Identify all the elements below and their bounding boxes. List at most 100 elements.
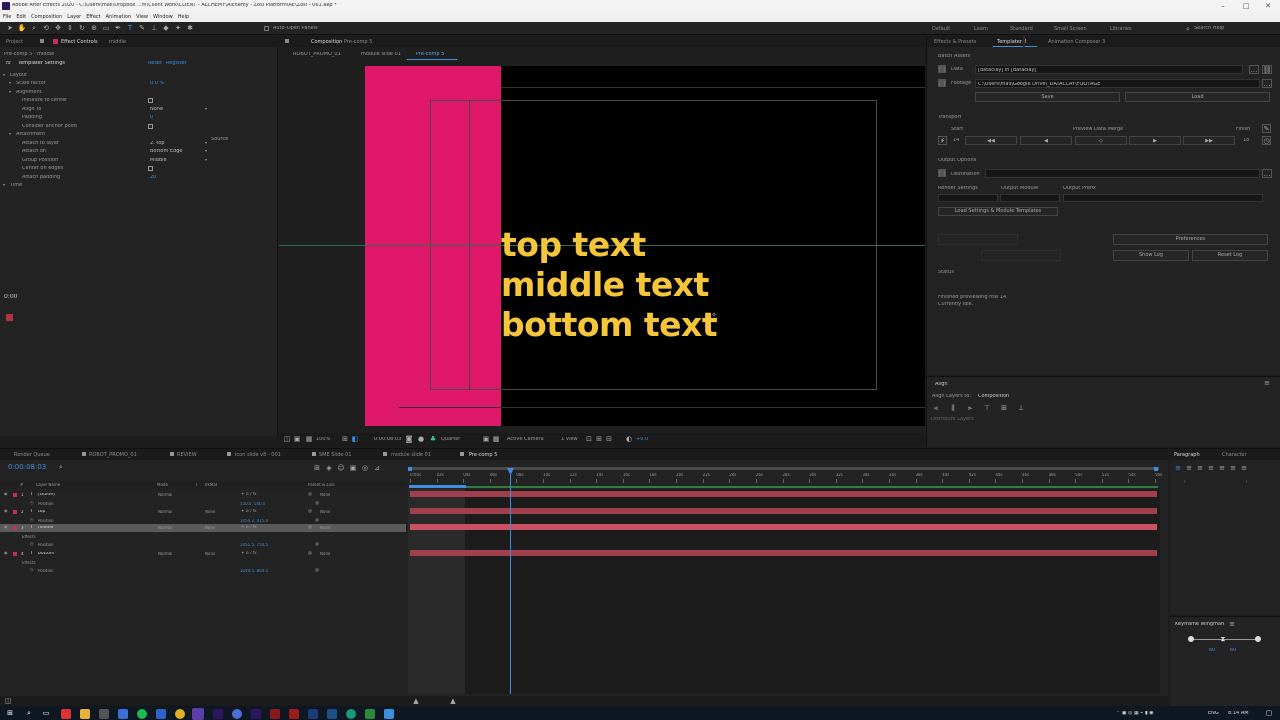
flowchart-icon[interactable]: ⊟ [605,435,613,443]
visibility-eye-icon[interactable]: ◉ [4,525,8,529]
taskbar-spotify-icon[interactable] [137,709,147,719]
layer-bar-bottom[interactable] [410,550,1157,556]
destination-field[interactable] [985,169,1260,178]
breadcrumb-3[interactable]: Pre-comp 5 [416,52,444,57]
top-text-layer[interactable]: top text [501,225,717,265]
layer-switches-icon[interactable]: ✦ ⊘ / fx [241,525,257,529]
effect-property-checkbox[interactable] [148,166,153,171]
disclosure-triangle-icon[interactable]: ▾ [9,81,11,85]
stopwatch-icon[interactable]: ◷ [30,542,34,546]
prev-row-button[interactable]: ◀ [1020,136,1072,145]
layer-mode[interactable]: Normal [158,493,172,497]
wingman-center-icon[interactable]: ⧗ [1219,635,1227,643]
comp-lock-icon[interactable] [285,39,289,43]
tab-precomp[interactable]: Pre-comp 5 [469,450,497,460]
tab-icon-slide[interactable]: icon slide v8 - 001 [235,450,281,460]
close-icon[interactable]: ✕ [1260,0,1276,12]
zoom-level[interactable]: 100% [316,437,330,442]
effect-property-row[interactable]: Group Position Middle ▾ [0,157,278,165]
property-value[interactable]: 1051.5, 750.5 [240,543,268,547]
roto-tool-icon[interactable]: ✦ [174,24,182,32]
menu-file[interactable]: File [3,14,11,20]
layer-color-label[interactable] [13,510,17,514]
stamp-tool-icon[interactable]: ⊥ [150,24,158,32]
workspace-libraries[interactable]: Libraries [1110,24,1132,34]
effect-property-row[interactable]: Attach to layer 2. top ▾ [0,140,278,148]
camera-select[interactable]: Active Camera [507,437,544,442]
snapshot-icon[interactable]: ▣ [293,435,301,443]
tab-effects-presets[interactable]: Effects & Presets [934,37,976,47]
layer-trkmat[interactable]: None [205,552,215,556]
workspace-standard[interactable]: Standard [1010,24,1033,34]
align-hcenter-icon[interactable]: ⫼ [948,404,958,412]
layer-row[interactable]: ◉ 3 Tmiddle Normal None ✦ ⊘ / fx @ None [0,524,406,532]
bottom-text-layer[interactable]: bottom text [501,305,718,345]
work-area-bar[interactable] [409,467,1159,470]
stopwatch-icon[interactable]: ◷ [30,501,34,505]
menu-layer[interactable]: Layer [67,14,81,20]
frame-blend-icon[interactable]: ▣ [349,464,357,472]
layer-bar-guide[interactable] [410,491,1157,497]
start-icon[interactable]: ⚡ [938,136,947,145]
layer-row[interactable]: ◉ 2 Ttop Normal None ✦ ⊘ / fx @ None [0,508,406,516]
panel-close-icon[interactable] [40,39,44,43]
property-row[interactable]: ◷ Position 1049.5, 864.5 @ [0,567,406,575]
timeline-timecode[interactable]: 0:00:08:03 [8,464,46,471]
taskbar-language[interactable]: ENG [1208,711,1219,716]
render-settings-select[interactable] [938,194,998,202]
data-browse-icon[interactable]: … [1249,65,1259,74]
pen-tool-icon[interactable]: ✒ [114,24,122,32]
taskbar-app-13-icon[interactable] [289,709,299,719]
notification-icon[interactable]: ▢ [1264,708,1274,718]
layer-trkmat[interactable]: None [205,526,215,530]
brush-tool-icon[interactable]: ✎ [138,24,146,32]
eraser-tool-icon[interactable]: ◆ [162,24,170,32]
type-tool-icon[interactable]: T [126,24,134,32]
taskbar-app-4-icon[interactable] [118,709,128,719]
selection-tool-icon[interactable]: ➤ [6,24,14,32]
anchor-tool-icon[interactable]: ⊕ [90,24,98,32]
effect-property-value[interactable]: 2. top [150,141,165,146]
tab-render-queue[interactable]: Render Queue [14,450,50,460]
taskbar-premiere-icon[interactable] [251,709,261,719]
dropdown-chevron-icon[interactable]: ▾ [205,107,207,111]
layer-switches-icon[interactable]: ✦ ⊘ / fx [241,551,257,555]
effect-property-row[interactable]: ▾ Attachment [0,131,278,139]
transparency-icon[interactable]: ▩ [492,435,500,443]
exposure-value[interactable]: +0.0 [636,437,648,442]
dolly-tool-icon[interactable]: ⇕ [66,24,74,32]
middle-text-layer[interactable]: middle text [501,265,717,305]
visibility-eye-icon[interactable]: ◉ [4,509,8,513]
tab-module-slide[interactable]: module slide 01 [391,450,431,460]
fast-preview-icon[interactable]: ⊞ [595,435,603,443]
menu-view[interactable]: View [136,14,148,20]
taskbar-app-14-icon[interactable] [308,709,318,719]
timeline-search-icon[interactable]: ⌕ [57,463,65,471]
disclosure-triangle-icon[interactable]: ▾ [9,132,11,136]
effect-property-value[interactable]: Middle [150,158,167,163]
output-module-select[interactable] [1000,194,1060,202]
layer-mode[interactable]: Normal [158,552,172,556]
hand-tool-icon[interactable]: ✋ [18,24,27,32]
taskbar-app-10-icon[interactable] [232,709,242,719]
breadcrumb-1[interactable]: ROBOT_PROMO_01 [293,52,341,57]
indent-left-value[interactable]: ⁞ [1184,480,1186,485]
effect-property-checkbox[interactable] [148,98,153,103]
effect-property-row[interactable]: Attach on Bottom Edge ▾ [0,148,278,156]
start-button-icon[interactable]: ⊞ [5,708,15,718]
views-select[interactable]: 1 View [561,437,578,442]
destination-browse-icon[interactable]: … [1262,169,1272,178]
layer-row[interactable]: ◉ 1 T [Guide] Normal ✦ ⊘ / fx @ None [0,491,406,499]
first-row-button[interactable]: ◀◀ [965,136,1017,145]
tab-effect-controls[interactable]: Effect Controls [61,37,98,47]
wingman-right-value[interactable]: 60 [1230,648,1236,653]
disclosure-triangle-icon[interactable]: ▾ [3,73,5,77]
search-icon[interactable]: ⌕ [1184,25,1192,33]
layer-row[interactable]: ◉ 4 Tbottom Normal None ✦ ⊘ / fx @ None [0,550,406,558]
camera-icon[interactable]: ◙ [405,435,413,443]
effect-register[interactable]: Register [166,61,187,66]
layer-bar-middle[interactable] [410,524,1157,530]
layer-parent[interactable]: None [320,552,330,556]
align-right-text-icon[interactable]: ≡ [1196,464,1204,472]
stopwatch-icon[interactable]: ◷ [30,518,34,522]
